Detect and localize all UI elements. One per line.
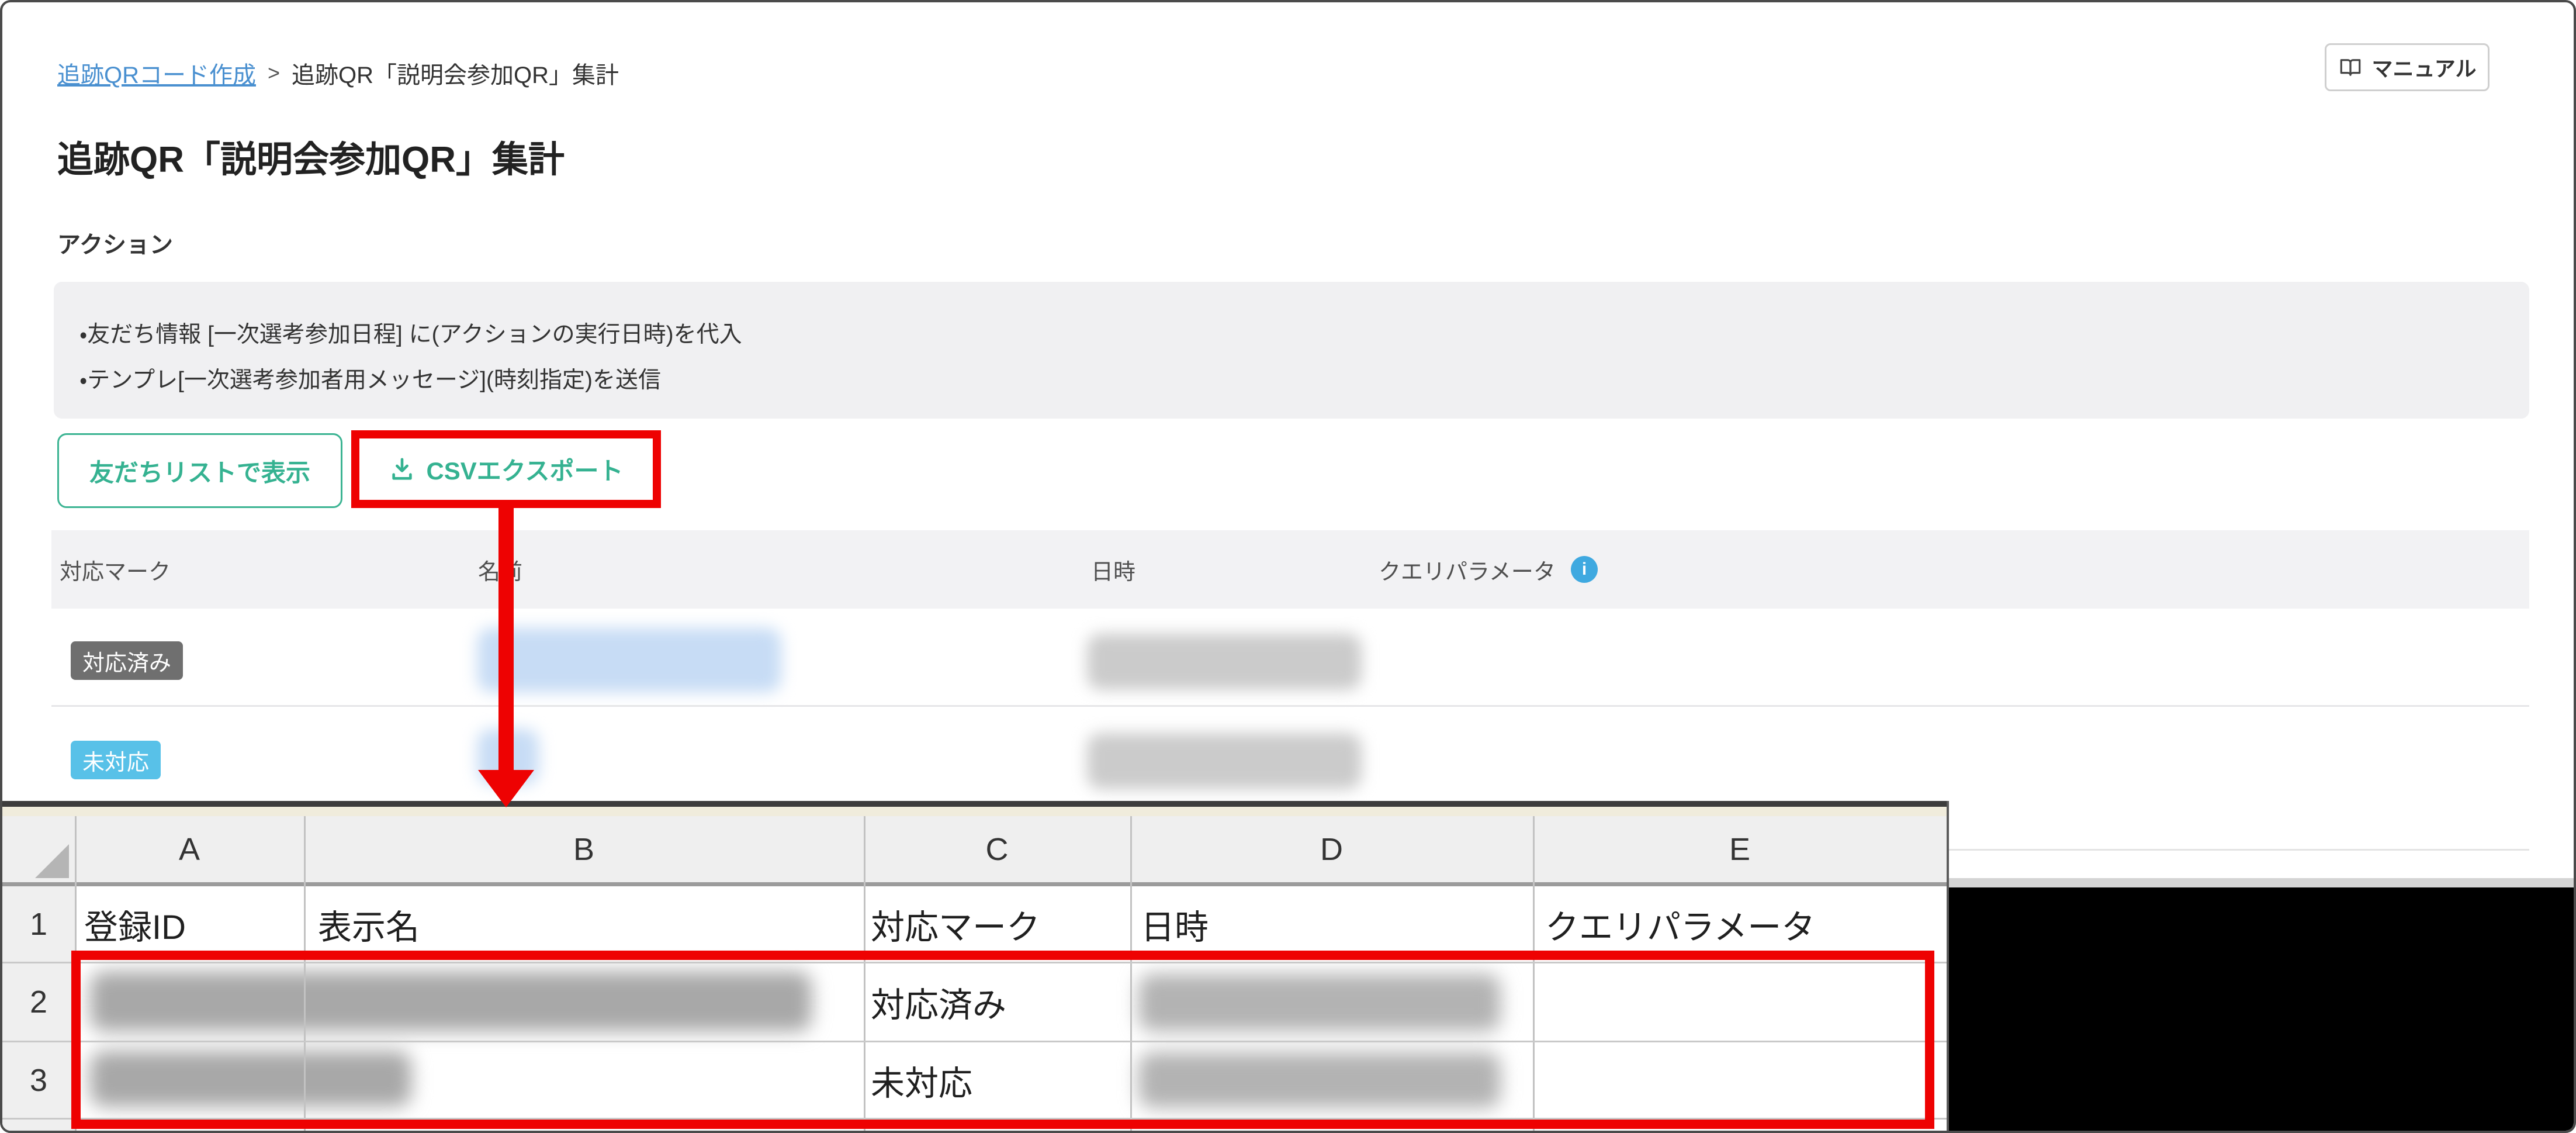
csv-export-button[interactable]: CSVエクスポート — [389, 451, 624, 487]
page-bottom-edge — [1949, 878, 2574, 887]
breadcrumb-link-qr-create[interactable]: 追跡QRコード作成 — [57, 56, 256, 90]
breadcrumb-current: 追跡QR「説明会参加QR」集計 — [292, 63, 619, 88]
table-header-row: 対応マーク 名前 日時 クエリパラメータ i — [51, 530, 2529, 609]
breadcrumb: 追跡QRコード作成 > 追跡QR「説明会参加QR」集計 — [57, 56, 619, 90]
manual-button[interactable]: マニュアル — [2325, 43, 2490, 91]
friend-list-button[interactable]: 友だちリストで表示 — [57, 433, 342, 508]
book-icon — [2338, 55, 2363, 80]
annotation-arrow-line — [498, 507, 514, 771]
app-window: 追跡QRコード作成 > 追跡QR「説明会参加QR」集計 マニュアル 追跡QR「説… — [0, 0, 2576, 1133]
redacted-name-link-row1[interactable] — [477, 628, 781, 692]
spreadsheet-top-border — [2, 801, 1947, 807]
redacted-datetime-row2 — [1087, 733, 1362, 789]
table-header-mark: 対応マーク — [60, 559, 171, 585]
status-badge-done: 対応済み — [71, 641, 183, 680]
row-number-1: 1 — [29, 906, 48, 942]
download-icon — [389, 456, 416, 483]
action-line-2: ・テンプレ[一次選考参加者用メッセージ](時刻指定)を送信 — [79, 368, 661, 393]
status-badge-pending: 未対応 — [71, 741, 161, 779]
annotation-arrow-head — [478, 770, 534, 807]
page-title: 追跡QR「説明会参加QR」集計 — [57, 140, 565, 180]
row-number-3: 3 — [29, 1062, 48, 1098]
column-letter-e: E — [1729, 831, 1751, 867]
row-number-2: 2 — [29, 985, 48, 1020]
annotation-rows-highlight-box — [71, 951, 1934, 1129]
column-header-bottom-border — [2, 882, 1947, 886]
action-line-1: ・友だち情報 [一次選考参加日程] に(アクションの実行日時)を代入 — [79, 322, 742, 347]
column-letter-d: D — [1320, 831, 1343, 867]
select-all-triangle-icon — [35, 844, 69, 878]
column-letter-a: A — [178, 831, 200, 867]
column-letter-b: B — [573, 831, 595, 867]
manual-button-label: マニュアル — [2371, 57, 2477, 81]
breadcrumb-separator: > — [268, 61, 281, 85]
action-description-panel: ・友だち情報 [一次選考参加日程] に(アクションの実行日時)を代入 ・テンプレ… — [54, 282, 2529, 419]
redacted-datetime-row1 — [1087, 634, 1362, 690]
table-header-query: クエリパラメータ — [1379, 559, 1556, 585]
spreadsheet-chrome-strip — [2, 807, 1947, 816]
table-header-datetime: 日時 — [1091, 559, 1136, 585]
csv-export-highlight-box: CSVエクスポート — [351, 430, 661, 508]
csv-export-label: CSVエクスポート — [426, 457, 624, 485]
row-separator-1 — [51, 705, 2529, 707]
black-backdrop — [1949, 887, 2574, 1131]
info-icon[interactable]: i — [1571, 556, 1598, 583]
action-section-heading: アクション — [57, 232, 173, 258]
column-letter-c: C — [985, 831, 1009, 867]
